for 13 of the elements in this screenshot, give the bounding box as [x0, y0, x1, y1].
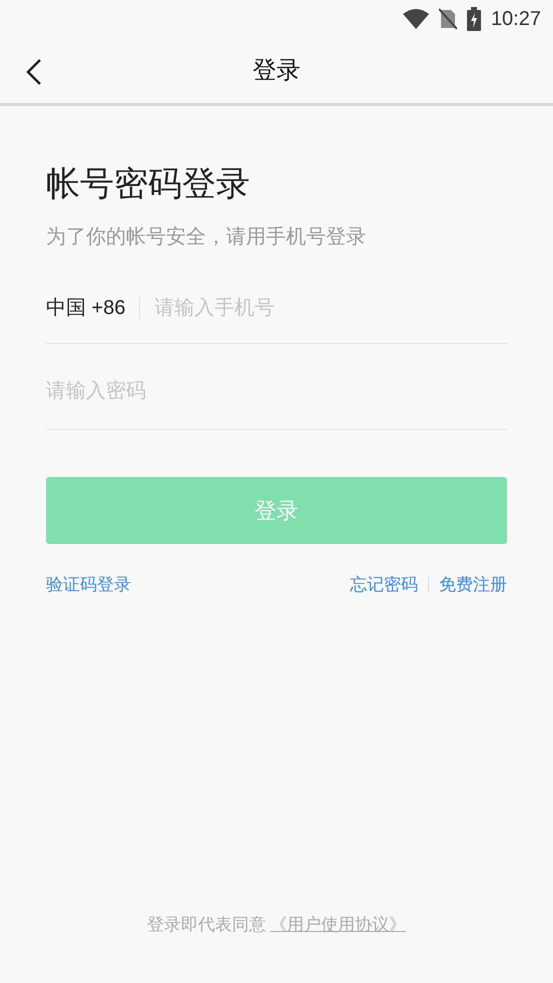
no-sim-icon: [438, 8, 457, 30]
agreement-link[interactable]: 《用户使用协议》: [270, 912, 406, 937]
login-subtitle: 为了你的帐号安全，请用手机号登录: [46, 225, 367, 250]
sms-login-link[interactable]: 验证码登录: [46, 572, 131, 598]
login-heading: 帐号密码登录: [46, 164, 251, 205]
page-title: 登录: [252, 56, 300, 86]
country-code[interactable]: 中国 +86: [46, 292, 126, 322]
wifi-icon: [402, 9, 429, 29]
status-time: 10:27: [490, 7, 541, 32]
account-link[interactable]: 忘记密码: [350, 572, 418, 598]
account-link[interactable]: 免费注册: [439, 572, 507, 598]
agreement-text: 登录即代表同意: [147, 914, 266, 936]
battery-charging-icon: [466, 7, 481, 31]
